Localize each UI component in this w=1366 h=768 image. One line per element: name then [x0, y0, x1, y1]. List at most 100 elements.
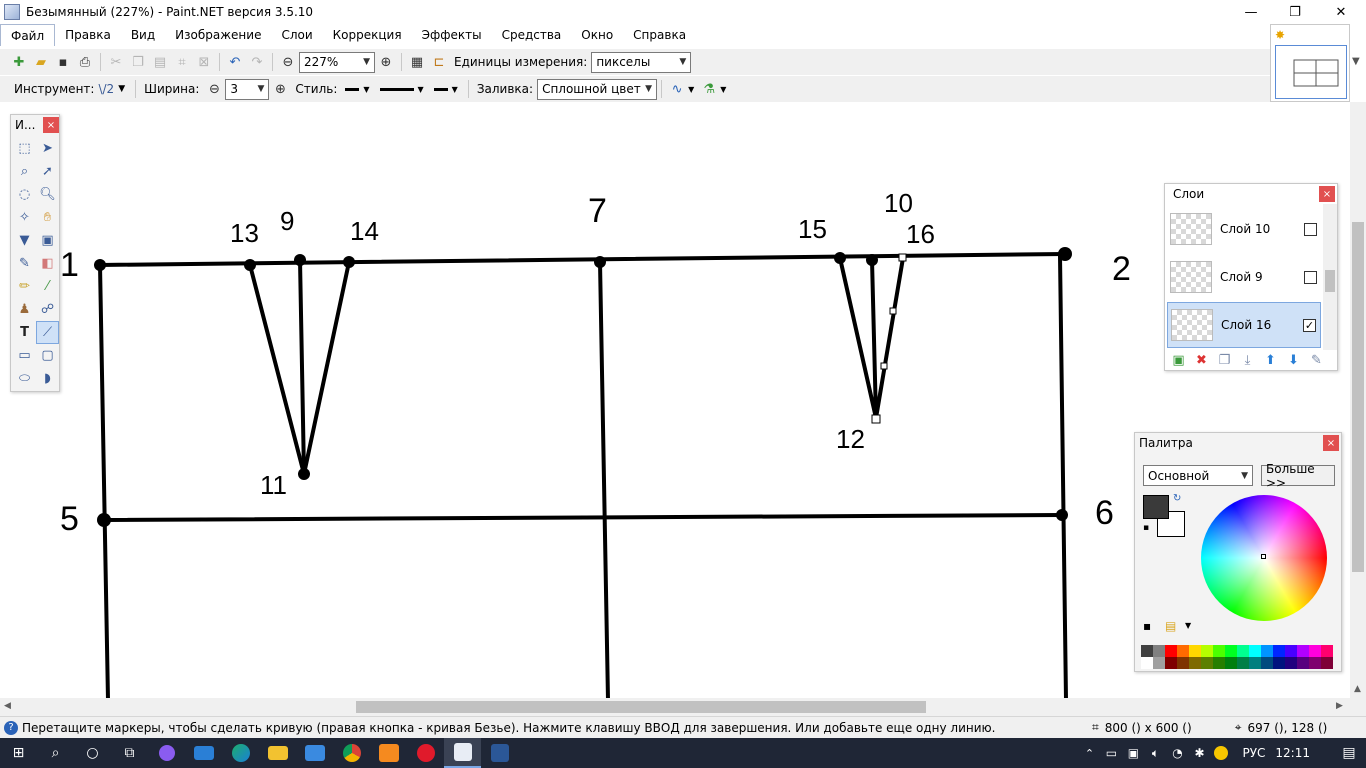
- eraser-icon[interactable]: ◧: [36, 252, 59, 275]
- palette-swatch[interactable]: [1165, 645, 1177, 657]
- dash-style[interactable]: [379, 87, 414, 91]
- magic-wand-icon[interactable]: ✧: [13, 206, 36, 229]
- alice-app-icon[interactable]: [148, 738, 185, 768]
- yandex-icon[interactable]: [1210, 738, 1232, 768]
- palette-swatch[interactable]: [1153, 645, 1165, 657]
- save-icon[interactable]: ▪: [52, 51, 74, 73]
- layer-item-selected[interactable]: Слой 16 ✓: [1167, 302, 1321, 348]
- zoom-in-icon[interactable]: ⊕: [375, 51, 397, 73]
- layers-panel-close-button[interactable]: ×: [1319, 186, 1335, 202]
- rectangle-shape-icon[interactable]: ▭: [13, 344, 36, 367]
- antialiasing-icon[interactable]: ∿: [666, 78, 688, 100]
- grid-icon[interactable]: ▦: [406, 51, 428, 73]
- palette-swatch[interactable]: [1189, 657, 1201, 669]
- open-folder-icon[interactable]: ▰: [30, 51, 52, 73]
- chevron-down-icon[interactable]: ▼: [118, 84, 125, 94]
- chevron-down-icon[interactable]: ▼: [363, 85, 369, 94]
- chrome-icon[interactable]: [333, 738, 370, 768]
- chevron-left-icon[interactable]: ◀: [4, 701, 11, 711]
- task-view-icon[interactable]: ⧉: [111, 738, 148, 768]
- freeform-shape-icon[interactable]: ◗: [36, 367, 59, 390]
- delete-layer-icon[interactable]: ✖: [1190, 350, 1213, 370]
- chevron-right-icon[interactable]: ▶: [1336, 701, 1343, 711]
- palette-swatch[interactable]: [1309, 657, 1321, 669]
- palette-swatch[interactable]: [1141, 657, 1153, 669]
- wifi-icon[interactable]: ◔: [1166, 738, 1188, 768]
- palette-swatch[interactable]: [1273, 657, 1285, 669]
- ellipse-select-icon[interactable]: ◌: [13, 183, 36, 206]
- menu-file[interactable]: Файл: [0, 24, 56, 46]
- edge-browser-icon[interactable]: [222, 738, 259, 768]
- blend-mode-icon[interactable]: ⚗: [698, 78, 720, 100]
- chevron-down-icon[interactable]: ▼: [452, 85, 458, 94]
- width-increase-icon[interactable]: ⊕: [269, 78, 291, 100]
- layer-visibility-checkbox[interactable]: ✓: [1303, 318, 1316, 332]
- lasso-select-icon[interactable]: ⌕: [13, 160, 36, 183]
- layer-item[interactable]: Слой 9: [1167, 254, 1321, 300]
- add-layer-icon[interactable]: ▣: [1167, 350, 1190, 370]
- palette-swatch[interactable]: [1285, 657, 1297, 669]
- clock[interactable]: 12:11: [1275, 746, 1310, 760]
- line-start-style[interactable]: [345, 87, 360, 91]
- media-player-icon[interactable]: [370, 738, 407, 768]
- color-wheel-cursor[interactable]: [1261, 554, 1266, 559]
- mail-icon[interactable]: [185, 738, 222, 768]
- palette-swatch[interactable]: [1177, 657, 1189, 669]
- menu-adjustments[interactable]: Коррекция: [323, 24, 412, 46]
- tools-panel-close-button[interactable]: ×: [43, 117, 59, 133]
- pan-hand-icon[interactable]: ✋︎: [36, 206, 59, 229]
- paintnet-taskbar-icon[interactable]: [444, 738, 481, 768]
- chevron-down-icon[interactable]: ▼: [1352, 56, 1360, 67]
- notification-center-icon[interactable]: ▤: [1332, 738, 1366, 768]
- text-icon[interactable]: T: [13, 321, 36, 344]
- palette-swatch[interactable]: [1297, 657, 1309, 669]
- palette-swatch[interactable]: [1225, 657, 1237, 669]
- line-end-style[interactable]: [433, 87, 448, 91]
- swap-colors-icon[interactable]: ↻: [1173, 493, 1181, 504]
- ruler-icon[interactable]: ⊏: [428, 51, 450, 73]
- layer-properties-icon[interactable]: ✎: [1305, 350, 1328, 370]
- pencil-icon[interactable]: ✏: [13, 275, 36, 298]
- rounded-rectangle-icon[interactable]: ▢: [36, 344, 59, 367]
- close-button[interactable]: ✕: [1318, 0, 1364, 24]
- palette-panel-close-button[interactable]: ×: [1323, 435, 1339, 451]
- menu-edit[interactable]: Правка: [55, 24, 121, 46]
- rectangle-select-icon[interactable]: ⬚: [13, 137, 36, 160]
- color-picker-icon[interactable]: ⁄: [36, 275, 59, 298]
- layer-visibility-checkbox[interactable]: [1304, 270, 1317, 284]
- layer-visibility-checkbox[interactable]: [1304, 222, 1317, 236]
- merge-layer-down-icon[interactable]: ⤓: [1236, 350, 1259, 370]
- crop-icon[interactable]: ⌗: [171, 51, 193, 73]
- cut-icon[interactable]: ✂: [105, 51, 127, 73]
- line-curve-icon[interactable]: ⟋: [36, 321, 59, 344]
- color-wheel[interactable]: [1201, 495, 1327, 621]
- undo-icon[interactable]: ↶: [224, 51, 246, 73]
- layer-item[interactable]: Слой 10: [1167, 206, 1321, 252]
- file-explorer-icon[interactable]: [259, 738, 296, 768]
- duplicate-layer-icon[interactable]: ❐: [1213, 350, 1236, 370]
- menu-effects[interactable]: Эффекты: [412, 24, 492, 46]
- move-selected-icon[interactable]: ➚: [36, 160, 59, 183]
- width-combo[interactable]: 3 ▼: [225, 78, 270, 100]
- show-hidden-icons-icon[interactable]: ⌃: [1078, 738, 1100, 768]
- security-icon[interactable]: ✱: [1188, 738, 1210, 768]
- chevron-down-icon[interactable]: ▼: [1185, 621, 1191, 630]
- volume-icon[interactable]: 🔈︎: [1144, 738, 1166, 768]
- menu-view[interactable]: Вид: [121, 24, 165, 46]
- new-file-icon[interactable]: ✚: [8, 51, 30, 73]
- palette-swatch[interactable]: [1165, 657, 1177, 669]
- zoom-out-icon[interactable]: ⊖: [277, 51, 299, 73]
- deselect-icon[interactable]: ⊠: [193, 51, 215, 73]
- menu-window[interactable]: Окно: [571, 24, 623, 46]
- move-layer-down-icon[interactable]: ⬇: [1282, 350, 1305, 370]
- paint-bucket-icon[interactable]: ▼: [13, 229, 36, 252]
- clone-stamp-icon[interactable]: ♟: [13, 298, 36, 321]
- restore-button[interactable]: ❐: [1272, 0, 1318, 24]
- copy-icon[interactable]: ❐: [127, 51, 149, 73]
- word-icon[interactable]: [481, 738, 518, 768]
- palette-swatch[interactable]: [1309, 645, 1321, 657]
- palette-swatch[interactable]: [1321, 657, 1333, 669]
- ellipse-shape-icon[interactable]: ⬭: [13, 367, 36, 390]
- network-icon[interactable]: ▣: [1122, 738, 1144, 768]
- palette-swatch[interactable]: [1189, 645, 1201, 657]
